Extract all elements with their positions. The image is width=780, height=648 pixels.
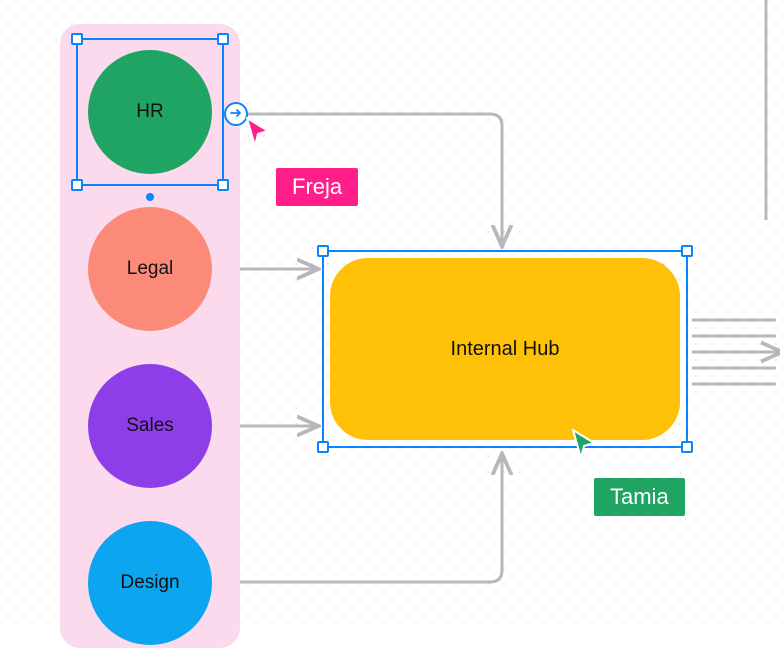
cursor-tamia xyxy=(570,428,598,460)
node-internal-hub[interactable]: Internal Hub xyxy=(330,258,680,440)
node-label: Legal xyxy=(127,258,174,280)
node-hr[interactable]: HR xyxy=(88,50,212,174)
collaborator-tag-tamia: Tamia xyxy=(594,478,685,516)
resize-handle[interactable] xyxy=(317,441,329,453)
collaborator-tag-freja: Freja xyxy=(276,168,358,206)
node-legal[interactable]: Legal xyxy=(88,207,212,331)
arrow-right-icon xyxy=(230,106,242,122)
resize-handle[interactable] xyxy=(317,245,329,257)
resize-handle[interactable] xyxy=(681,441,693,453)
canvas[interactable]: HR Legal Sales Design Internal Hub xyxy=(0,0,780,624)
cursor-icon xyxy=(570,428,598,460)
resize-handle[interactable] xyxy=(681,245,693,257)
node-design[interactable]: Design xyxy=(88,521,212,645)
cursor-icon xyxy=(244,116,272,148)
node-label: Design xyxy=(120,572,179,594)
node-sales[interactable]: Sales xyxy=(88,364,212,488)
node-label: HR xyxy=(136,101,163,123)
top-handle-dot[interactable] xyxy=(146,193,154,201)
node-label: Sales xyxy=(126,415,174,437)
cursor-freja xyxy=(244,116,272,148)
node-label: Internal Hub xyxy=(451,338,560,361)
